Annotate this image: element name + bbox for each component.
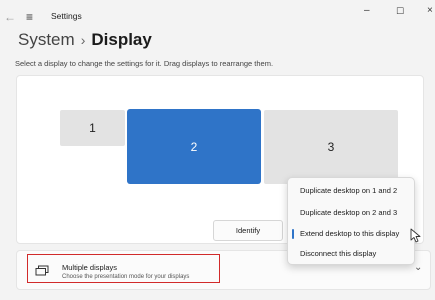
title-bar: ← ≡ Settings – ☐ × <box>0 0 435 32</box>
display-3[interactable]: 3 <box>264 110 398 184</box>
display-3-label: 3 <box>327 140 335 154</box>
mouse-cursor-icon <box>410 228 421 243</box>
menu-selection-indicator <box>292 229 294 239</box>
breadcrumb-separator: › <box>80 32 86 48</box>
back-arrow-icon[interactable]: ← <box>4 10 16 24</box>
menu-item-duplicate-2-3[interactable]: Duplicate desktop on 2 and 3 <box>300 208 397 217</box>
chevron-down-icon[interactable]: ⌄ <box>414 262 422 273</box>
hamburger-menu-icon[interactable]: ≡ <box>26 10 33 24</box>
maximize-button[interactable]: ☐ <box>396 4 404 18</box>
breadcrumb-system[interactable]: System <box>18 30 75 49</box>
close-button[interactable]: × <box>427 4 433 18</box>
context-menu: Duplicate desktop on 1 and 2 Duplicate d… <box>287 177 415 265</box>
display-1[interactable]: 1 <box>60 110 125 146</box>
breadcrumb: System › Display <box>18 29 152 51</box>
display-instruction: Select a display to change the settings … <box>15 59 274 68</box>
menu-item-disconnect[interactable]: Disconnect this display <box>300 249 376 258</box>
menu-item-extend[interactable]: Extend desktop to this display <box>300 229 399 238</box>
display-2-label: 2 <box>190 139 198 154</box>
menu-item-duplicate-1-2[interactable]: Duplicate desktop on 1 and 2 <box>300 186 397 195</box>
page-title: Display <box>91 30 152 49</box>
minimize-button[interactable]: – <box>364 4 370 18</box>
identify-button[interactable]: Identify <box>213 220 283 241</box>
app-title: Settings <box>51 11 82 21</box>
display-1-label: 1 <box>89 121 96 135</box>
multiple-displays-title: Multiple displays <box>62 263 118 272</box>
multiple-displays-icon <box>35 265 49 276</box>
multiple-displays-subtitle: Choose the presentation mode for your di… <box>62 274 190 280</box>
display-2[interactable]: 2 <box>127 109 261 184</box>
